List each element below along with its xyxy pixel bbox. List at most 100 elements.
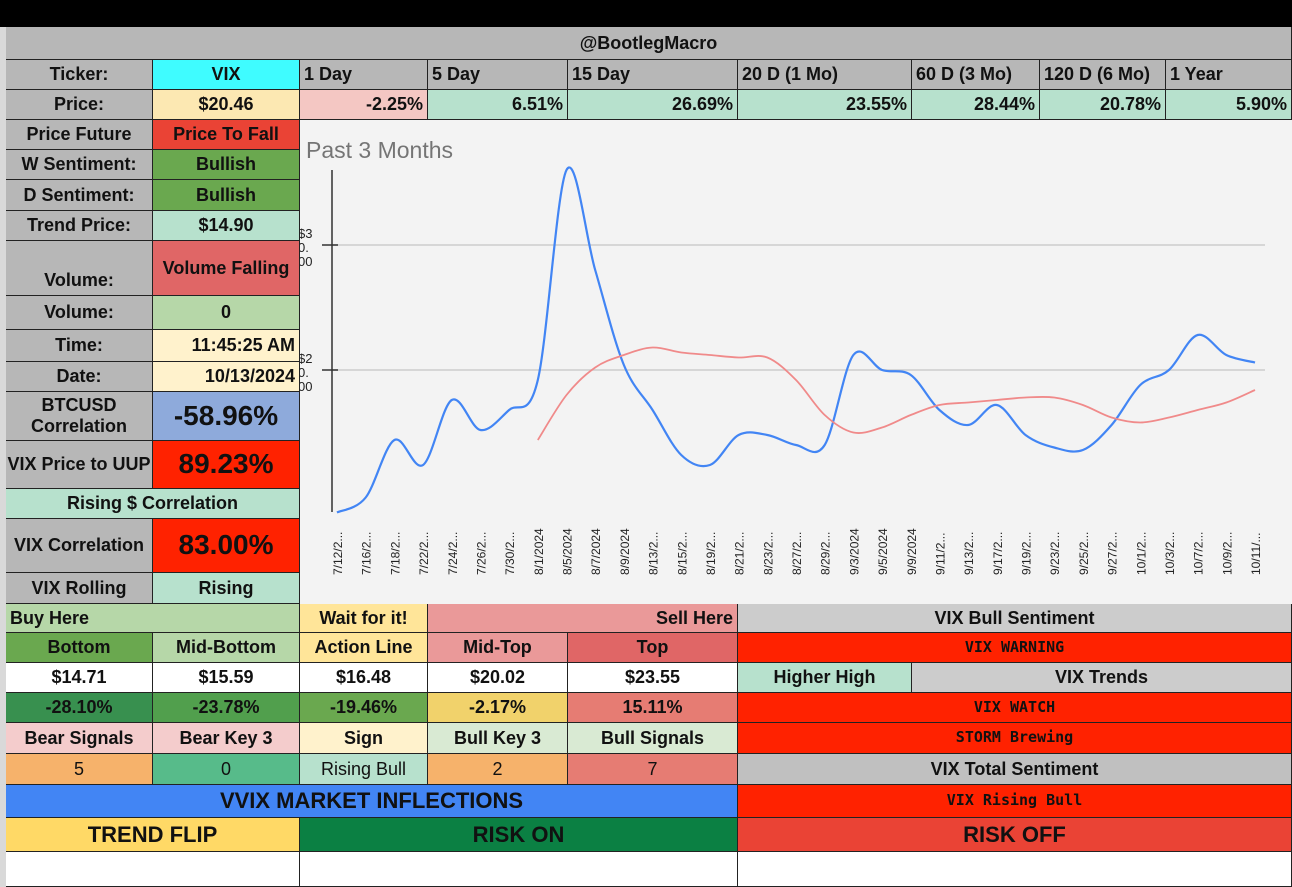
signal-header-2[interactable]: Sign	[300, 723, 428, 754]
risk-on-empty[interactable]	[300, 852, 738, 887]
rising-correlation[interactable]: Rising $ Correlation	[6, 489, 300, 519]
w-sentiment-value[interactable]: Bullish	[153, 150, 300, 180]
volume-value[interactable]: 0	[153, 296, 300, 330]
price-future-label[interactable]: Price Future	[6, 120, 153, 150]
volume-trend-label[interactable]: Volume:	[6, 241, 153, 296]
zone-pct-2[interactable]: -19.46%	[300, 693, 428, 723]
period-header-3[interactable]: 20 D (1 Mo)	[738, 60, 912, 90]
zone-header-1[interactable]: Mid-Bottom	[153, 633, 300, 663]
zone-header-4[interactable]: Top	[568, 633, 738, 663]
period-header-2[interactable]: 15 Day	[568, 60, 738, 90]
x-tick-label: 9/17/2...	[991, 532, 1005, 575]
w-sentiment-label[interactable]: W Sentiment:	[6, 150, 153, 180]
signal-value-1[interactable]: 0	[153, 754, 300, 785]
sheet-title[interactable]: @BootlegMacro	[6, 27, 1292, 60]
vix-bull-sentiment[interactable]: VIX Bull Sentiment	[738, 604, 1292, 633]
signal-header-4[interactable]: Bull Signals	[568, 723, 738, 754]
risk-off[interactable]: RISK OFF	[738, 818, 1292, 852]
price-future-value[interactable]: Price To Fall	[153, 120, 300, 150]
x-tick-label: 9/27/2...	[1106, 532, 1120, 575]
zone-price-1[interactable]: $15.59	[153, 663, 300, 693]
period-header-5[interactable]: 120 D (6 Mo)	[1040, 60, 1166, 90]
zone-pct-3[interactable]: -2.17%	[428, 693, 568, 723]
trend-flip[interactable]: TREND FLIP	[6, 818, 300, 852]
zone-pct-4[interactable]: 15.11%	[568, 693, 738, 723]
date-value[interactable]: 10/13/2024	[153, 362, 300, 392]
x-tick-label: 8/9/2024	[618, 528, 632, 575]
vix-correlation-label[interactable]: VIX Correlation	[6, 519, 153, 573]
x-tick-label: 8/15/2...	[675, 532, 689, 575]
higher-high[interactable]: Higher High	[738, 663, 912, 693]
price-change-1[interactable]: 6.51%	[428, 90, 568, 120]
x-tick-label: 7/30/2...	[503, 532, 517, 575]
x-tick-label: 10/7/2...	[1192, 532, 1206, 575]
vix-correlation-value[interactable]: 83.00%	[153, 519, 300, 573]
period-header-6[interactable]: 1 Year	[1166, 60, 1292, 90]
btcusd-correlation-value[interactable]: -58.96%	[153, 392, 300, 441]
signal-header-3[interactable]: Bull Key 3	[428, 723, 568, 754]
uup-correlation-value[interactable]: 89.23%	[153, 441, 300, 489]
x-tick-label: 10/3/2...	[1163, 532, 1177, 575]
zone-price-0[interactable]: $14.71	[6, 663, 153, 693]
price-change-4[interactable]: 28.44%	[912, 90, 1040, 120]
signal-value-2[interactable]: Rising Bull	[300, 754, 428, 785]
time-label[interactable]: Time:	[6, 330, 153, 362]
zone-price-4[interactable]: $23.55	[568, 663, 738, 693]
price-change-3[interactable]: 23.55%	[738, 90, 912, 120]
price-value[interactable]: $20.46	[153, 90, 300, 120]
price-change-6[interactable]: 5.90%	[1166, 90, 1292, 120]
uup-correlation-label[interactable]: VIX Price to UUP	[6, 441, 153, 489]
price-label[interactable]: Price:	[6, 90, 153, 120]
trend-price-value[interactable]: $14.90	[153, 211, 300, 241]
btcusd-correlation-label[interactable]: BTCUSD Correlation	[6, 392, 153, 441]
sell-here[interactable]: Sell Here	[428, 604, 738, 633]
period-header-0[interactable]: 1 Day	[300, 60, 428, 90]
vix-rolling-value[interactable]: Rising	[153, 573, 300, 604]
time-value[interactable]: 11:45:25 AM	[153, 330, 300, 362]
signal-header-1[interactable]: Bear Key 3	[153, 723, 300, 754]
price-change-0[interactable]: -2.25%	[300, 90, 428, 120]
signal-value-4[interactable]: 7	[568, 754, 738, 785]
price-change-2[interactable]: 26.69%	[568, 90, 738, 120]
risk-off-empty[interactable]	[738, 852, 1292, 887]
buy-here[interactable]: Buy Here	[6, 604, 300, 633]
storm-brewing[interactable]: STORM Brewing	[738, 723, 1292, 754]
zone-pct-1[interactable]: -23.78%	[153, 693, 300, 723]
d-sentiment-value[interactable]: Bullish	[153, 180, 300, 211]
x-tick-label: 7/18/2...	[388, 532, 402, 575]
period-header-4[interactable]: 60 D (3 Mo)	[912, 60, 1040, 90]
ticker-label[interactable]: Ticker:	[6, 60, 153, 90]
ticker-value[interactable]: VIX	[153, 60, 300, 90]
volume-label[interactable]: Volume:	[6, 296, 153, 330]
zone-header-2[interactable]: Action Line	[300, 633, 428, 663]
d-sentiment-label[interactable]: D Sentiment:	[6, 180, 153, 211]
zone-header-0[interactable]: Bottom	[6, 633, 153, 663]
price-change-5[interactable]: 20.78%	[1040, 90, 1166, 120]
x-tick-label: 7/12/2...	[331, 532, 345, 575]
zone-price-2[interactable]: $16.48	[300, 663, 428, 693]
zone-price-3[interactable]: $20.02	[428, 663, 568, 693]
vix-trends[interactable]: VIX Trends	[912, 663, 1292, 693]
x-tick-label: 9/13/2...	[962, 532, 976, 575]
volume-trend-value[interactable]: Volume Falling	[153, 241, 300, 296]
vvix-title[interactable]: VVIX MARKET INFLECTIONS	[6, 785, 738, 818]
date-label[interactable]: Date:	[6, 362, 153, 392]
x-tick-label: 8/19/2...	[704, 532, 718, 575]
risk-on[interactable]: RISK ON	[300, 818, 738, 852]
vix-rising-bull[interactable]: VIX Rising Bull	[738, 785, 1292, 818]
signal-header-0[interactable]: Bear Signals	[6, 723, 153, 754]
x-tick-label: 9/25/2...	[1077, 532, 1091, 575]
wait-for-it[interactable]: Wait for it!	[300, 604, 428, 633]
signal-value-3[interactable]: 2	[428, 754, 568, 785]
zone-pct-0[interactable]: -28.10%	[6, 693, 153, 723]
signal-value-0[interactable]: 5	[6, 754, 153, 785]
vix-warning[interactable]: VIX WARNING	[738, 633, 1292, 663]
vix-watch[interactable]: VIX WATCH	[738, 693, 1292, 723]
vix-rolling-label[interactable]: VIX Rolling	[6, 573, 153, 604]
period-header-1[interactable]: 5 Day	[428, 60, 568, 90]
vix-total-sentiment[interactable]: VIX Total Sentiment	[738, 754, 1292, 785]
trend-price-label[interactable]: Trend Price:	[6, 211, 153, 241]
trend-flip-empty[interactable]	[6, 852, 300, 887]
series-line-0	[336, 166, 1256, 514]
zone-header-3[interactable]: Mid-Top	[428, 633, 568, 663]
